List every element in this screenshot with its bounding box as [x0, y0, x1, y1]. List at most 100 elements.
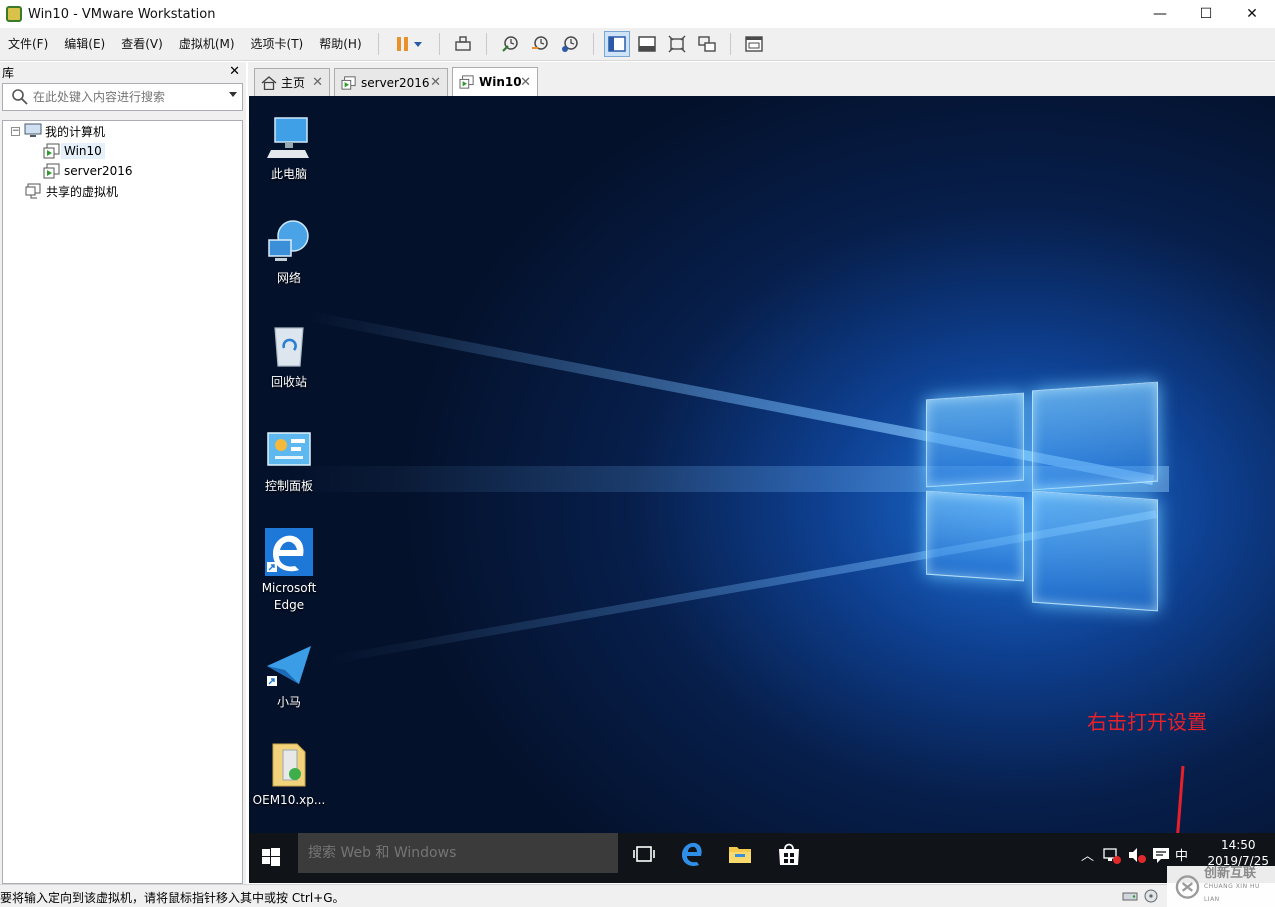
computer-icon	[24, 123, 42, 137]
desktop-icon-label: 回收站	[270, 375, 307, 389]
tab-strip: 主页 ✕ server2016 ✕ Win10 ✕	[248, 62, 1275, 96]
library-view-icon	[607, 36, 626, 52]
tab-close-icon[interactable]: ✕	[520, 75, 531, 90]
unity-button[interactable]	[694, 31, 720, 57]
window-title: Win10 - VMware Workstation	[28, 6, 216, 22]
home-icon	[261, 75, 277, 90]
tab-server2016[interactable]: server2016 ✕	[334, 68, 448, 96]
vmware-window: Win10 - VMware Workstation — ☐ ✕ 文件(F) 编…	[0, 0, 1275, 907]
tree-node-server2016[interactable]: server2016	[43, 161, 136, 181]
menu-toolbar: 文件(F) 编辑(E) 查看(V) 虚拟机(M) 选项卡(T) 帮助(H)	[0, 28, 1275, 61]
tab-win10[interactable]: Win10 ✕	[452, 67, 538, 96]
menu-help[interactable]: 帮助(H)	[311, 28, 369, 61]
desktop-icon-label: 控制面板	[264, 479, 313, 493]
tray-overflow-chevron-icon[interactable]: ︿	[1081, 845, 1094, 864]
desktop-icon-this-pc[interactable]: 此电脑	[251, 114, 327, 183]
tree-node-win10[interactable]: Win10	[43, 141, 105, 161]
edge-taskbar-icon[interactable]	[679, 841, 705, 867]
tab-label: Win10	[479, 75, 522, 89]
tree-node-shared-vms[interactable]: 共享的虚拟机	[25, 181, 121, 201]
network-icon	[268, 220, 309, 261]
desktop-icon-label: Microsoft Edge	[261, 581, 317, 612]
edge-icon	[265, 528, 313, 576]
desktop-icon-edge[interactable]: Microsoft Edge	[251, 528, 327, 614]
snapshot-revert-button[interactable]	[527, 31, 553, 57]
status-bar: 要将输入定向到该虚拟机，请将鼠标指针移入其中或按 Ctrl+G。	[0, 884, 1275, 907]
ime-indicator[interactable]: 中	[1175, 845, 1188, 864]
send-ctrl-alt-del-button[interactable]	[450, 31, 476, 57]
watermark-text-cn: 创新互联	[1203, 866, 1256, 881]
folder-archive-icon	[272, 743, 306, 787]
annotation-text: 右击打开设置	[1087, 710, 1207, 734]
library-title: 库	[2, 65, 15, 80]
library-search	[2, 83, 243, 111]
full-screen-button[interactable]	[664, 31, 690, 57]
task-view-icon[interactable]	[631, 841, 657, 867]
store-icon[interactable]	[776, 841, 802, 867]
library-tree: − 我的计算机 Win10 server2016 共享的虚拟机	[2, 120, 243, 884]
snapshot-manager-icon	[561, 36, 578, 52]
network-tray-icon[interactable]	[1102, 845, 1122, 865]
console-view-button[interactable]	[741, 31, 767, 57]
desktop-icon-recycle-bin[interactable]: 回收站	[251, 322, 327, 391]
menu-edit[interactable]: 编辑(E)	[56, 28, 113, 61]
snapshot-manager-button[interactable]	[557, 31, 583, 57]
desktop-icon-control-panel[interactable]: 控制面板	[251, 426, 327, 495]
search-dropdown-arrow-icon[interactable]	[229, 92, 237, 97]
control-panel-icon	[267, 432, 311, 466]
desktop-icon-network[interactable]: 网络	[251, 218, 327, 287]
tab-home[interactable]: 主页 ✕	[254, 68, 330, 96]
search-icon	[12, 89, 28, 105]
toolbar-separator	[438, 33, 440, 55]
hard-disk-status-icon[interactable]	[1122, 889, 1138, 903]
snapshot-take-button[interactable]	[497, 31, 523, 57]
tab-close-icon[interactable]: ✕	[430, 75, 441, 90]
vm-running-icon	[43, 143, 60, 159]
desktop-icon-oem10[interactable]: OEM10.xp...	[251, 740, 327, 809]
windows-start-icon[interactable]	[261, 847, 281, 867]
cd-dvd-status-icon[interactable]	[1143, 889, 1159, 903]
action-center-icon[interactable]	[1151, 845, 1171, 865]
library-panel: 库 ✕ − 我的计算机	[0, 62, 246, 884]
tab-label: server2016	[361, 75, 430, 90]
windows-logo-pane	[1032, 381, 1158, 491]
paper-plane-icon	[267, 646, 311, 686]
toolbar-separator	[485, 33, 487, 55]
thumbnail-bar-button[interactable]	[634, 31, 660, 57]
console-view-icon	[744, 36, 763, 52]
unity-icon	[697, 36, 716, 52]
menu-vm[interactable]: 虚拟机(M)	[171, 28, 243, 61]
library-close-button[interactable]: ✕	[229, 64, 240, 79]
vmware-app-icon	[6, 6, 22, 22]
minimize-button[interactable]: —	[1137, 0, 1183, 28]
guest-vm-screen[interactable]: 此电脑 网络 回收站 控制面板 Microsoft Edge 小马 OEM10.…	[249, 96, 1275, 883]
tree-label: Win10	[61, 143, 105, 159]
tree-node-my-computer[interactable]: − 我的计算机	[11, 121, 108, 141]
windows-logo-pane	[926, 490, 1024, 582]
close-button[interactable]: ✕	[1229, 0, 1275, 28]
title-bar: Win10 - VMware Workstation — ☐ ✕	[0, 0, 1275, 28]
collapse-icon[interactable]: −	[11, 126, 20, 136]
menu-file[interactable]: 文件(F)	[0, 28, 56, 61]
recycle-bin-icon	[274, 327, 304, 367]
watermark-logo: 创新互联 CHUANG XIN HU LIAN	[1167, 866, 1275, 907]
file-explorer-icon[interactable]	[727, 841, 753, 867]
show-library-button[interactable]	[603, 31, 630, 57]
guest-taskbar: ︿ 中 14:50 2019/7/25	[249, 833, 1275, 883]
library-search-input[interactable]	[33, 85, 223, 109]
desktop-icon-xiaoma[interactable]: 小马	[251, 642, 327, 711]
taskbar-clock[interactable]: 14:50 2019/7/25	[1207, 837, 1269, 869]
volume-muted-icon[interactable]	[1127, 845, 1147, 865]
menu-tabs[interactable]: 选项卡(T)	[243, 28, 312, 61]
vm-running-icon	[43, 163, 60, 179]
pause-dropdown-button[interactable]	[389, 31, 429, 57]
this-pc-icon	[267, 117, 309, 158]
taskbar-search-input[interactable]	[298, 833, 618, 873]
menu-view[interactable]: 查看(V)	[113, 28, 171, 61]
snapshot-icon	[501, 36, 518, 52]
vm-running-icon	[341, 75, 356, 90]
maximize-button[interactable]: ☐	[1183, 0, 1229, 28]
tab-close-icon[interactable]: ✕	[312, 75, 323, 90]
keyboard-icon	[454, 36, 471, 51]
watermark-logo-icon	[1175, 874, 1200, 899]
